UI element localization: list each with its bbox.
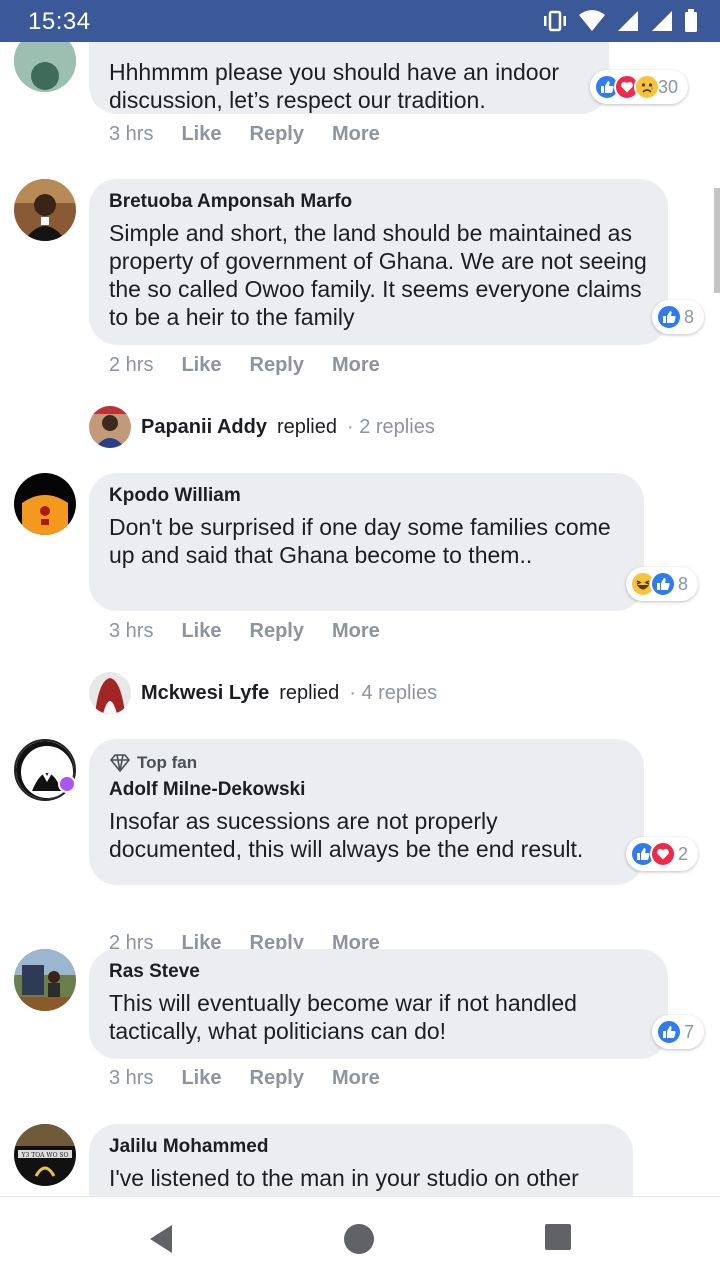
comment-author[interactable]: Kpodo William bbox=[109, 485, 624, 507]
comment-text: I've listened to the man in your studio … bbox=[109, 1165, 579, 1191]
svg-text:Y3 TOA WO SO: Y3 TOA WO SO bbox=[21, 1152, 69, 1159]
comment-author[interactable]: Bretuoba Amponsah Marfo bbox=[109, 191, 648, 213]
reaction-count: 7 bbox=[684, 1021, 695, 1042]
reaction-summary[interactable]: 8 bbox=[652, 300, 705, 334]
comment-text: Simple and short, the land should be mai… bbox=[109, 220, 647, 330]
diamond-icon bbox=[110, 754, 130, 772]
like-reaction-icon bbox=[650, 571, 676, 597]
comment-time: 3 hrs bbox=[109, 123, 154, 145]
view-replies-link[interactable]: Papanii Addy replied · 2 replies bbox=[89, 406, 435, 448]
avatar[interactable] bbox=[14, 473, 76, 535]
comment-time: 3 hrs bbox=[109, 620, 154, 642]
like-button[interactable]: Like bbox=[181, 620, 221, 643]
more-button[interactable]: More bbox=[332, 1067, 380, 1090]
status-bar: 15:34 bbox=[0, 0, 720, 42]
reply-button[interactable]: Reply bbox=[250, 620, 304, 643]
top-fan-badge: Top fan bbox=[109, 753, 624, 773]
reply-author: Mckwesi Lyfe bbox=[141, 681, 270, 704]
avatar[interactable] bbox=[14, 42, 76, 92]
comment-text: Insofar as sucessions are not properly d… bbox=[109, 808, 584, 862]
like-reaction-icon bbox=[656, 304, 682, 330]
reply-verb: replied bbox=[279, 681, 340, 704]
scrollbar[interactable] bbox=[714, 188, 720, 293]
comment-actions: 3 hrs Like Reply More bbox=[109, 123, 380, 146]
reply-count: · 2 replies bbox=[347, 415, 435, 438]
reply-button[interactable]: Reply bbox=[250, 123, 304, 146]
reaction-count: 8 bbox=[684, 306, 695, 327]
reply-avatar bbox=[89, 672, 131, 714]
comment-bubble[interactable]: Bretuoba Amponsah Marfo Simple and short… bbox=[89, 179, 668, 345]
reaction-summary[interactable]: 30 bbox=[590, 70, 689, 104]
comment-time: 2 hrs bbox=[109, 354, 154, 376]
like-button[interactable]: Like bbox=[181, 123, 221, 146]
comment-time: 3 hrs bbox=[109, 1067, 154, 1089]
battery-icon bbox=[685, 9, 697, 32]
comment-bubble[interactable]: Hhhmmm please you should have an indoor … bbox=[89, 42, 609, 114]
vibrate-icon bbox=[544, 10, 566, 32]
avatar[interactable] bbox=[14, 179, 76, 241]
comment-bubble[interactable]: Kpodo William Don't be surprised if one … bbox=[89, 473, 644, 611]
like-reaction-icon bbox=[656, 1019, 682, 1045]
avatar[interactable]: Y3 TOA WO SO bbox=[14, 1124, 76, 1186]
back-icon[interactable] bbox=[146, 1223, 176, 1255]
home-icon[interactable] bbox=[343, 1223, 375, 1255]
reply-avatar bbox=[89, 406, 131, 448]
reaction-summary[interactable]: 2 bbox=[626, 837, 699, 871]
status-time: 15:34 bbox=[28, 8, 91, 35]
navigation-bar bbox=[0, 1196, 720, 1280]
comment-bubble[interactable]: Top fan Adolf Milne-Dekowski Insofar as … bbox=[89, 739, 644, 885]
like-button[interactable]: Like bbox=[181, 354, 221, 377]
like-button[interactable]: Like bbox=[181, 1067, 221, 1090]
reaction-summary[interactable]: 8 bbox=[626, 567, 699, 601]
reaction-count: 30 bbox=[658, 76, 679, 97]
comment-bubble[interactable]: Jalilu Mohammed I've listened to the man… bbox=[89, 1124, 633, 1196]
reply-verb: replied bbox=[276, 415, 337, 438]
reply-author: Papanii Addy bbox=[141, 415, 267, 438]
reaction-summary[interactable]: 7 bbox=[652, 1015, 705, 1049]
love-reaction-icon bbox=[650, 841, 676, 867]
comment-text: This will eventually become war if not h… bbox=[109, 990, 577, 1044]
reply-count: · 4 replies bbox=[349, 681, 438, 704]
comment-bubble[interactable]: Ras Steve This will eventually become wa… bbox=[89, 949, 668, 1059]
top-fan-label: Top fan bbox=[137, 753, 198, 772]
signal-2-icon bbox=[652, 11, 672, 31]
more-button[interactable]: More bbox=[332, 620, 380, 643]
avatar[interactable] bbox=[14, 949, 76, 1011]
more-button[interactable]: More bbox=[332, 354, 380, 377]
comment-actions: 3 hrs Like Reply More bbox=[109, 620, 380, 643]
view-replies-link[interactable]: Mckwesi Lyfe replied · 4 replies bbox=[89, 672, 437, 714]
comment-author[interactable]: Ras Steve bbox=[109, 961, 648, 983]
status-icons bbox=[542, 9, 698, 33]
reaction-count: 2 bbox=[678, 843, 689, 864]
sad-reaction-icon bbox=[634, 74, 660, 100]
recents-icon[interactable] bbox=[544, 1223, 572, 1251]
comment-feed[interactable]: Hhhmmm please you should have an indoor … bbox=[0, 42, 720, 1196]
signal-icon bbox=[618, 11, 638, 31]
comment-author[interactable]: Adolf Milne-Dekowski bbox=[109, 779, 624, 801]
reply-button[interactable]: Reply bbox=[250, 1067, 304, 1090]
wifi-icon bbox=[579, 10, 605, 31]
reaction-count: 8 bbox=[678, 573, 689, 594]
top-fan-avatar-badge bbox=[58, 775, 76, 793]
comment-text: Hhhmmm please you should have an indoor … bbox=[109, 59, 560, 113]
more-button[interactable]: More bbox=[332, 123, 380, 146]
comment-author[interactable]: Jalilu Mohammed bbox=[109, 1136, 613, 1158]
comment-actions: 2 hrs Like Reply More bbox=[109, 354, 380, 377]
comment-actions: 3 hrs Like Reply More bbox=[109, 1067, 380, 1090]
reply-button[interactable]: Reply bbox=[250, 354, 304, 377]
comment-text: Don't be surprised if one day some famil… bbox=[109, 514, 611, 568]
